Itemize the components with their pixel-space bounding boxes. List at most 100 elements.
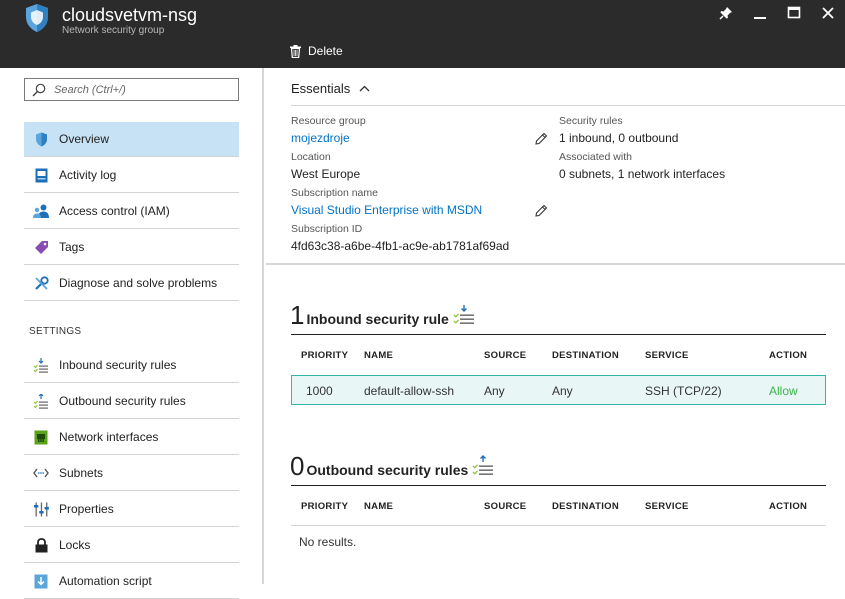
- search-input[interactable]: [52, 82, 226, 97]
- column-header: NAME: [364, 501, 394, 512]
- nav-label: Access control (IAM): [59, 204, 170, 218]
- shield-icon: [35, 132, 47, 146]
- nav-label: Inbound security rules: [59, 358, 177, 372]
- inbound-title: Inbound security rule: [306, 311, 449, 327]
- security-rules-label: Security rules: [559, 115, 623, 127]
- location-label: Location: [291, 151, 331, 163]
- blade-header: cloudsvetvm-nsg Network security group D…: [0, 0, 845, 68]
- subscription-name-link[interactable]: Visual Studio Enterprise with MSDN: [291, 203, 482, 217]
- nav-item-outbound-rules[interactable]: Outbound security rules: [24, 384, 239, 419]
- column-header: SERVICE: [645, 501, 689, 512]
- trash-icon: [290, 44, 301, 58]
- divider: [291, 334, 826, 335]
- divider: [291, 485, 826, 486]
- associated-label: Associated with: [559, 151, 632, 163]
- column-header: ACTION: [769, 501, 808, 512]
- inbound-rules-icon: [33, 357, 48, 373]
- essentials-toggle[interactable]: Essentials: [291, 81, 370, 96]
- maximize-button[interactable]: [777, 0, 811, 26]
- search-icon: [32, 83, 46, 96]
- nav-label: Outbound security rules: [59, 394, 186, 408]
- nav-label: Locks: [59, 538, 91, 552]
- column-header: SERVICE: [645, 350, 689, 361]
- associated-value: 0 subnets, 1 network interfaces: [559, 167, 726, 181]
- security-rules-value: 1 inbound, 0 outbound: [559, 131, 679, 145]
- nav-item-network-interfaces[interactable]: Network interfaces: [24, 420, 239, 455]
- properties-icon: [33, 502, 49, 516]
- column-header: ACTION: [769, 350, 808, 361]
- rule-source: Any: [484, 384, 505, 398]
- divider: [291, 105, 845, 106]
- essentials-separator: [266, 263, 845, 265]
- nav-label: Properties: [59, 502, 114, 516]
- nav-item-tags[interactable]: Tags: [24, 230, 239, 265]
- delete-label: Delete: [308, 44, 343, 58]
- column-header: PRIORITY: [301, 350, 349, 361]
- automation-icon: [34, 574, 48, 588]
- empty-state-text: No results.: [299, 535, 357, 549]
- table-row[interactable]: 1000 default-allow-ssh Any Any SSH (TCP/…: [291, 375, 826, 405]
- activity-log-icon: [35, 168, 47, 182]
- subscription-id-label: Subscription ID: [291, 223, 363, 235]
- outbound-rules-icon: [33, 393, 48, 409]
- rule-name: default-allow-ssh: [364, 384, 455, 398]
- subnet-icon: [33, 468, 49, 478]
- outbound-section-title: 0 Outbound security rules: [290, 451, 494, 482]
- rule-service: SSH (TCP/22): [645, 384, 722, 398]
- resource-group-link[interactable]: mojezdroje: [291, 131, 350, 145]
- nav-item-automation-script[interactable]: Automation script: [24, 564, 239, 599]
- rule-action: Allow: [769, 384, 798, 398]
- nav-label: Subnets: [59, 466, 104, 480]
- nav-label: Activity log: [59, 168, 117, 182]
- maximize-icon: [787, 6, 801, 19]
- subscription-name-label: Subscription name: [291, 187, 378, 199]
- network-interface-icon: [34, 430, 48, 444]
- shield-icon: [26, 4, 48, 32]
- inbound-rules-icon: [453, 305, 474, 324]
- page-title: cloudsvetvm-nsg: [62, 5, 198, 25]
- column-header: NAME: [364, 350, 394, 361]
- nav-item-diagnose[interactable]: Diagnose and solve problems: [24, 266, 239, 301]
- edit-subscription-icon[interactable]: [534, 204, 548, 218]
- nav-item-access-control[interactable]: Access control (IAM): [24, 194, 239, 229]
- minimize-button[interactable]: [743, 0, 777, 26]
- nav-label: Automation script: [59, 574, 152, 588]
- nav-item-locks[interactable]: Locks: [24, 528, 239, 563]
- rule-priority: 1000: [306, 384, 333, 398]
- nav-label: Network interfaces: [59, 430, 159, 444]
- column-header: DESTINATION: [552, 501, 619, 512]
- outbound-title: Outbound security rules: [306, 462, 469, 478]
- page-subtitle: Network security group: [62, 25, 165, 36]
- delete-button[interactable]: Delete: [290, 44, 343, 58]
- window-controls: [709, 0, 845, 26]
- nav-item-inbound-rules[interactable]: Inbound security rules: [24, 348, 239, 383]
- wrench-icon: [34, 275, 49, 290]
- column-header: DESTINATION: [552, 350, 619, 361]
- settings-section-label: SETTINGS: [29, 326, 82, 337]
- outbound-rules-icon: [472, 455, 494, 475]
- nav-label: Tags: [59, 240, 85, 254]
- nav-label: Overview: [59, 132, 110, 146]
- tag-icon: [34, 240, 48, 254]
- nav-item-properties[interactable]: Properties: [24, 492, 239, 527]
- nav-item-overview[interactable]: Overview: [24, 122, 239, 157]
- essentials-title: Essentials: [291, 81, 351, 96]
- subscription-id-value: 4fd63c38-a6be-4fb1-ac9e-ab1781af69ad: [291, 239, 510, 253]
- column-header: SOURCE: [484, 501, 527, 512]
- inbound-section-title: 1 Inbound security rule: [290, 300, 475, 331]
- minimize-icon: [754, 17, 766, 19]
- lock-icon: [35, 537, 47, 552]
- inbound-count: 1: [290, 300, 305, 330]
- nav-item-subnets[interactable]: Subnets: [24, 456, 239, 491]
- edit-resource-group-icon[interactable]: [534, 132, 548, 146]
- users-icon: [33, 204, 49, 218]
- outbound-count: 0: [290, 451, 305, 481]
- location-value: West Europe: [291, 167, 361, 181]
- pin-icon: [719, 7, 732, 20]
- resource-menu: Overview Activity log Access control (IA…: [0, 68, 264, 599]
- close-button[interactable]: [811, 0, 845, 26]
- search-box: [24, 78, 239, 101]
- nav-item-activity-log[interactable]: Activity log: [24, 158, 239, 193]
- main-content: Essentials Resource group mojezdroje Loc…: [266, 68, 845, 584]
- pin-button[interactable]: [709, 0, 743, 26]
